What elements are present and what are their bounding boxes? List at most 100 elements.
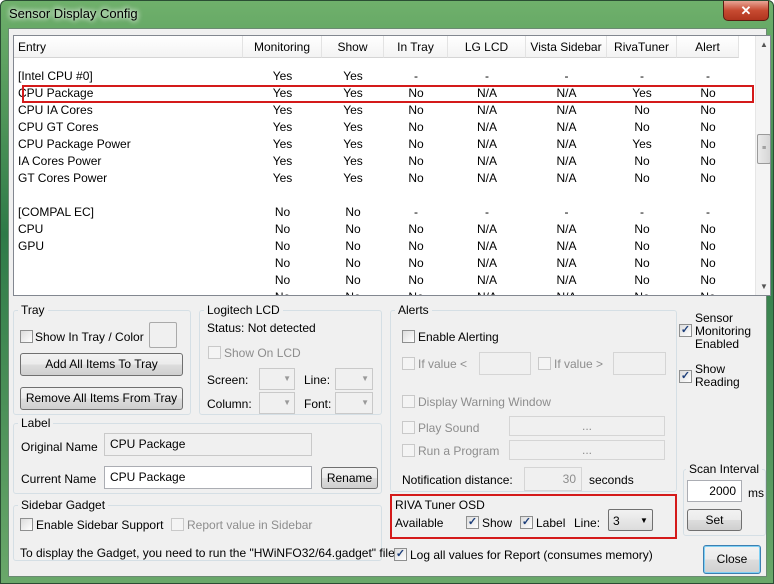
play-sound-label: Play Sound xyxy=(418,421,480,435)
table-cell: [COMPAL EC] xyxy=(18,205,95,219)
if-greater-input[interactable] xyxy=(613,352,666,375)
log-values-checkbox[interactable]: ✓ xyxy=(394,548,407,561)
close-window-button[interactable]: ✕ xyxy=(723,1,769,21)
vertical-scrollbar[interactable]: ▲ ≡ ▼ xyxy=(755,36,770,295)
program-browse-button[interactable]: ... xyxy=(509,440,665,460)
table-cell: No xyxy=(700,256,716,270)
table-row[interactable]: CPU IA Cores Yes Yes No N/A N/A No No xyxy=(14,102,754,119)
riva-line-select[interactable]: 3 ▼ xyxy=(608,509,653,531)
table-row[interactable]: [Intel CPU #0] Yes Yes - - - - - xyxy=(14,68,754,85)
column-header[interactable]: Entry xyxy=(14,36,243,58)
run-program-checkbox[interactable] xyxy=(402,444,415,457)
table-cell: No xyxy=(408,103,424,117)
display-warning-checkbox[interactable] xyxy=(402,395,415,408)
table-cell: No xyxy=(700,239,716,253)
scan-interval-group: Scan Interval 2000 ms Set xyxy=(683,462,766,536)
show-reading-label: Show Reading xyxy=(695,362,740,389)
table-row[interactable]: NoNoNoN/AN/ANoNo xyxy=(14,272,754,289)
table-cell xyxy=(14,272,243,289)
close-button[interactable]: Close xyxy=(703,545,761,574)
table-cell: Yes xyxy=(343,103,363,117)
sound-browse-button[interactable]: ... xyxy=(509,416,665,436)
column-header[interactable]: In Tray xyxy=(384,36,448,58)
scroll-up-icon[interactable]: ▲ xyxy=(757,37,770,52)
table-cell: No xyxy=(634,222,650,236)
dialog-client: Entry Monitoring Show In Tray LG LCD Vista Si… xyxy=(8,28,771,577)
table-cell: N/A xyxy=(448,289,526,295)
table-cell: No xyxy=(408,137,424,151)
table-row[interactable]: GT Cores Power Yes Yes No N/A N/A No No xyxy=(14,170,754,187)
lcd-line-select[interactable]: ▼ xyxy=(335,368,373,390)
show-reading-checkbox[interactable]: ✓ xyxy=(679,370,692,383)
notification-distance-input[interactable]: 30 xyxy=(524,467,582,491)
table-cell: GT Cores Power xyxy=(18,171,108,185)
table-row[interactable]: CPU GT Cores Yes Yes No N/A N/A No No xyxy=(14,119,754,136)
table-row[interactable]: [COMPAL EC] No No - - - - - xyxy=(14,204,754,221)
riva-show-label: Show xyxy=(482,516,513,530)
column-header[interactable]: Alert xyxy=(677,36,739,58)
table-cell: No xyxy=(274,205,291,219)
riva-line-value: 3 xyxy=(613,514,620,528)
table-cell: Yes xyxy=(343,137,363,151)
table-cell: - xyxy=(414,69,418,83)
play-sound-checkbox[interactable] xyxy=(402,421,415,434)
table-cell: N/A xyxy=(556,103,577,117)
add-all-to-tray-button[interactable]: Add All Items To Tray xyxy=(20,353,183,376)
scan-interval-input[interactable]: 2000 xyxy=(687,480,742,502)
riva-show-checkbox[interactable]: ✓ xyxy=(466,516,479,529)
font-select[interactable]: ▼ xyxy=(335,392,373,414)
column-header[interactable]: RivaTuner xyxy=(607,36,677,58)
if-greater-checkbox[interactable] xyxy=(538,357,551,370)
remove-all-from-tray-button[interactable]: Remove All Items From Tray xyxy=(20,387,183,410)
column-header[interactable]: Monitoring xyxy=(243,36,322,58)
sensor-monitoring-checkbox[interactable]: ✓ xyxy=(679,324,692,337)
table-cell: No xyxy=(634,171,650,185)
sidebar-gadget-group: Sidebar Gadget Enable Sidebar Support Re… xyxy=(13,498,398,561)
enable-sidebar-checkbox[interactable] xyxy=(20,518,33,531)
table-row[interactable] xyxy=(14,187,754,204)
table-row[interactable]: IA Cores Power Yes Yes No N/A N/A No No xyxy=(14,153,754,170)
table-cell: N/A xyxy=(556,120,577,134)
column-header[interactable]: Show xyxy=(322,36,384,58)
set-interval-button[interactable]: Set xyxy=(687,509,742,531)
table-cell: No xyxy=(345,273,361,287)
show-in-tray-checkbox[interactable] xyxy=(20,330,33,343)
report-sidebar-checkbox[interactable] xyxy=(171,518,184,531)
table-cell: No xyxy=(677,289,739,295)
table-row[interactable]: NoNoNoN/AN/ANoNo xyxy=(14,289,754,295)
gadget-title: Sidebar Gadget xyxy=(18,498,109,512)
title-bar[interactable]: Sensor Display Config ✕ xyxy=(1,1,773,27)
table-row[interactable]: CPU No No No N/A N/A No No xyxy=(14,221,754,238)
table-cell: No xyxy=(700,154,716,168)
table-cell: Yes xyxy=(272,154,293,168)
table-cell: CPU Package Power xyxy=(18,137,131,151)
show-on-lcd-label: Show On LCD xyxy=(224,346,301,360)
column-header[interactable]: LG LCD xyxy=(448,36,526,58)
table-cell xyxy=(14,187,243,204)
table-row[interactable]: CPU Package Power Yes Yes No N/A N/A Yes No xyxy=(14,136,754,153)
table-cell: No xyxy=(700,222,716,236)
table-cell: Yes xyxy=(272,171,293,185)
riva-label-checkbox[interactable]: ✓ xyxy=(520,516,533,529)
tray-group: Tray Show In Tray / Color Add All Items … xyxy=(13,303,191,415)
table-cell: No xyxy=(274,239,291,253)
column-select[interactable]: ▼ xyxy=(259,392,295,414)
if-greater-label: If value > xyxy=(554,357,604,371)
table-row[interactable]: GPU No No No N/A N/A No No xyxy=(14,238,754,255)
table-cell: N/A xyxy=(476,256,497,270)
sensor-table: Entry Monitoring Show In Tray LG LCD Vista Si… xyxy=(13,35,771,296)
tray-color-swatch[interactable] xyxy=(149,322,177,348)
table-cell: - xyxy=(640,205,644,219)
screen-select[interactable]: ▼ xyxy=(259,368,295,390)
enable-alerting-checkbox[interactable] xyxy=(402,330,415,343)
show-on-lcd-checkbox[interactable] xyxy=(208,346,221,359)
current-name-input[interactable]: CPU Package xyxy=(104,466,312,489)
if-less-checkbox[interactable] xyxy=(402,357,415,370)
column-header[interactable]: Vista Sidebar xyxy=(526,36,607,58)
scroll-down-icon[interactable]: ▼ xyxy=(757,279,770,294)
scroll-thumb[interactable]: ≡ xyxy=(757,134,770,164)
table-row[interactable]: NoNoNoN/AN/ANoNo xyxy=(14,255,754,272)
table-cell: No xyxy=(700,103,716,117)
if-less-input[interactable] xyxy=(479,352,531,375)
rename-button[interactable]: Rename xyxy=(321,467,378,489)
